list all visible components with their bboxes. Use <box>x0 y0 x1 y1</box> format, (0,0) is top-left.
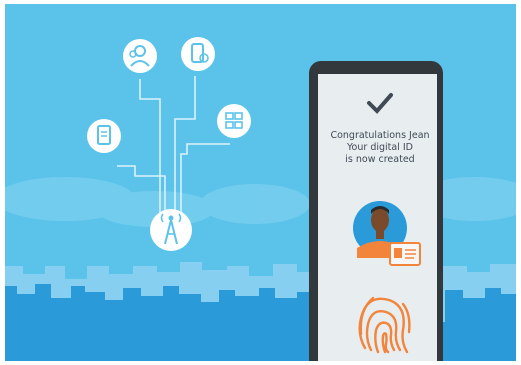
phone-message-line-1: Congratulations Jean <box>330 130 430 141</box>
illustration-svg <box>5 4 516 361</box>
signal-tower-icon <box>150 209 192 251</box>
building-grid-icon <box>217 104 251 138</box>
phone-message-line-2: Your digital ID <box>347 142 413 153</box>
phone-message-line-3: is now created <box>345 154 415 165</box>
document-phone-icon <box>181 37 215 71</box>
illustration-scene: Congratulations Jean Your digital ID is … <box>5 4 516 361</box>
user-group-icon <box>123 39 157 73</box>
id-card-icon <box>87 119 121 153</box>
id-card-badge-icon <box>389 242 421 266</box>
phone-message: Congratulations Jean Your digital ID is … <box>323 130 437 166</box>
